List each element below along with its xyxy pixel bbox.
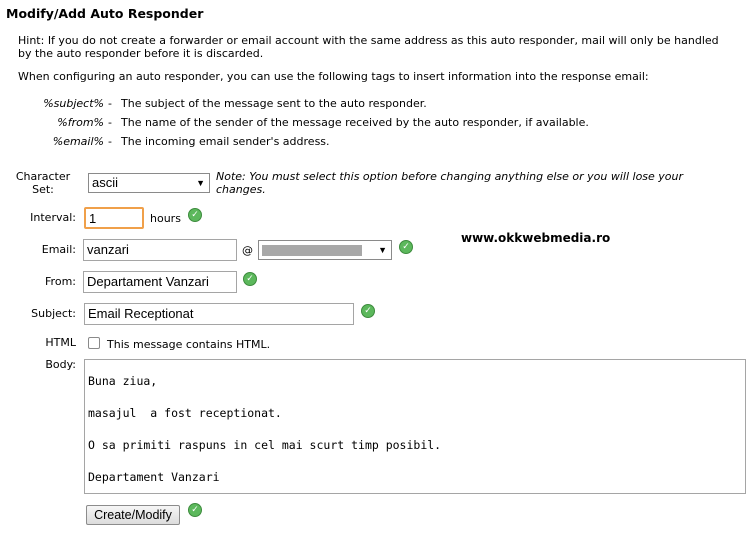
tag-dash: - [108, 116, 112, 129]
domain-select[interactable]: ▼ [258, 240, 392, 260]
check-circle-icon: ✓ [361, 304, 375, 318]
interval-label: Interval: [30, 211, 76, 224]
html-label: HTML [45, 336, 76, 349]
tag-code: %subject% [43, 97, 104, 110]
charset-select[interactable]: ascii ▼ [88, 173, 210, 193]
body-textarea[interactable]: Buna ziua, masajul a fost receptionat. O… [84, 359, 746, 494]
interval-input[interactable]: 1 [84, 207, 144, 229]
body-label: Body: [45, 358, 76, 371]
charset-selected-value: ascii [92, 175, 119, 190]
check-circle-icon: ✓ [188, 208, 202, 222]
email-input[interactable]: vanzari [83, 239, 237, 261]
hint-text: Hint: If you do not create a forwarder o… [18, 34, 719, 60]
tag-description: The name of the sender of the message re… [121, 116, 589, 129]
subject-input[interactable]: Email Receptionat [84, 303, 354, 325]
tag-row-subject: %subject% [0, 97, 104, 111]
tag-code: %from% [57, 116, 104, 129]
create-modify-button[interactable]: Create/Modify [86, 505, 180, 525]
tag-row-from: %from% [0, 116, 104, 130]
charset-label-line: Character [15, 170, 71, 183]
redacted-domain [262, 245, 362, 256]
charset-note: Note: You must select this option before… [216, 170, 684, 196]
tag-description: The incoming email sender's address. [121, 135, 330, 148]
chevron-down-icon: ▼ [196, 178, 205, 188]
interval-unit: hours [150, 212, 181, 225]
intro-text: When configuring an auto responder, you … [18, 70, 649, 83]
check-circle-icon: ✓ [243, 272, 257, 286]
check-circle-icon: ✓ [188, 503, 202, 517]
tag-code: %email% [52, 135, 104, 148]
watermark-text: www.okkwebmedia.ro [461, 231, 611, 245]
check-circle-icon: ✓ [399, 240, 413, 254]
page-title: Modify/Add Auto Responder [6, 6, 204, 21]
html-checkbox-label: This message contains HTML. [107, 338, 271, 351]
tag-row-email: %email% [0, 135, 104, 149]
subject-label: Subject: [31, 307, 76, 320]
from-input[interactable]: Departament Vanzari [83, 271, 237, 293]
from-label: From: [45, 275, 76, 288]
email-label: Email: [41, 243, 76, 256]
charset-label: Character Set: [10, 170, 76, 196]
tag-dash: - [108, 135, 112, 148]
chevron-down-icon: ▼ [378, 245, 387, 255]
tag-dash: - [108, 97, 112, 110]
email-at-sign: @ [242, 244, 253, 257]
charset-label-line: Set: [32, 183, 54, 196]
html-checkbox[interactable] [88, 337, 100, 349]
tag-description: The subject of the message sent to the a… [121, 97, 427, 110]
